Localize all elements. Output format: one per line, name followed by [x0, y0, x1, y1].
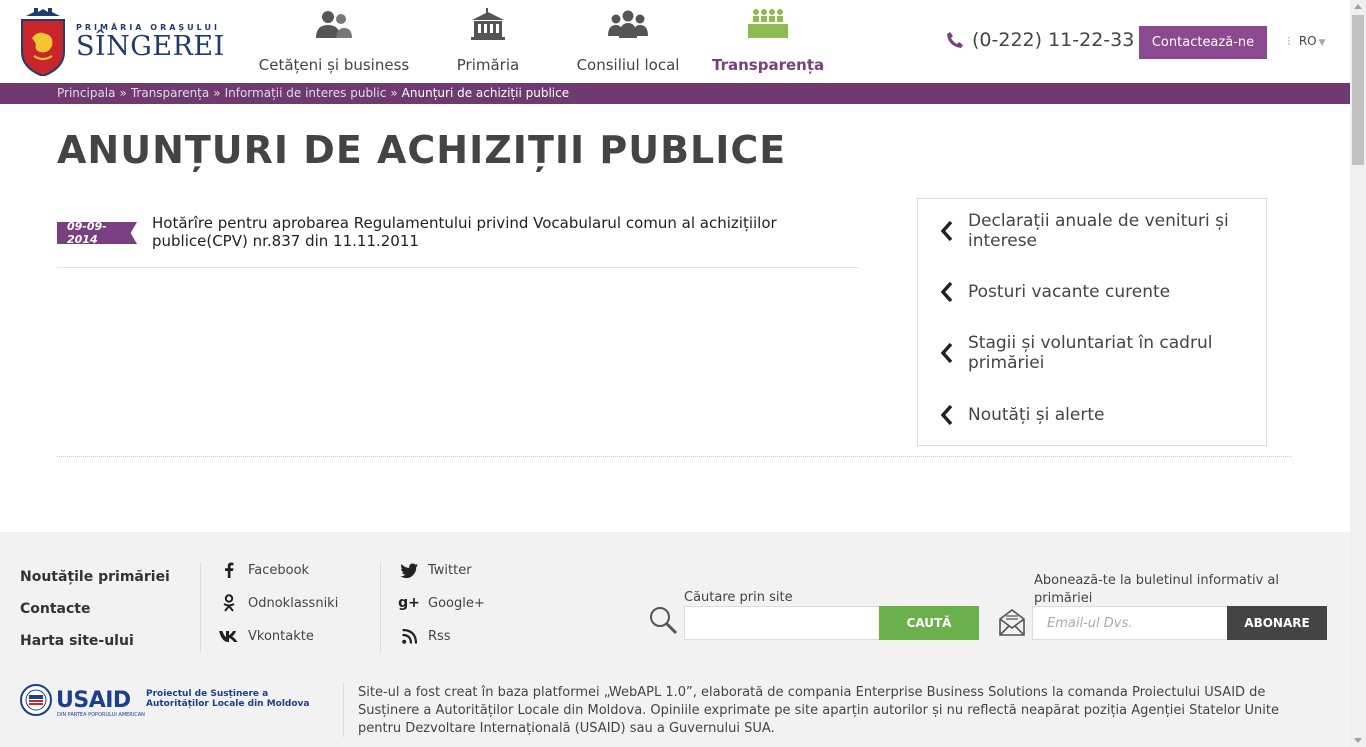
social-twitter[interactable]: Twitter: [399, 561, 472, 579]
nav-consiliul[interactable]: Consiliul local: [572, 8, 684, 74]
logo-title: SÎNGEREI: [76, 30, 225, 62]
googleplus-icon: g+: [398, 595, 420, 611]
footer-note: Site-ul a fost creat în baza platformei …: [358, 685, 1279, 736]
breadcrumb-bar: Principala» Transparența» Informații de in…: [0, 83, 1350, 104]
article-link[interactable]: Hotărîre pentru aprobarea Regulamentului…: [152, 214, 852, 250]
breadcrumb-link[interactable]: Informații de interes public: [225, 86, 387, 100]
scroll-down-arrow-icon[interactable]: [1354, 738, 1362, 743]
sidebar-item-label: Stagii și voluntariat în cadrul primărie…: [968, 333, 1213, 373]
email-field[interactable]: Email-ul Dvs.: [1032, 606, 1228, 640]
phone-number[interactable]: (0-222) 11-22-33: [946, 29, 1134, 51]
nav-primaria[interactable]: Primăria: [448, 8, 528, 74]
scroll-up-arrow-icon[interactable]: [1354, 4, 1362, 9]
subscribe-button[interactable]: ABONARE: [1227, 606, 1327, 640]
divider: [343, 682, 344, 737]
meeting-icon: [748, 9, 788, 38]
social-label: Twitter: [428, 562, 472, 578]
breadcrumb-separator: »: [119, 86, 127, 100]
search-icon: [650, 607, 678, 635]
search-input[interactable]: [684, 606, 880, 640]
site-header: PRIMĂRIA ORAȘULUI SÎNGEREI Cetățeni și b…: [0, 0, 1350, 83]
chevron-left-icon: [940, 281, 953, 303]
breadcrumb-link[interactable]: Transparența: [131, 86, 209, 100]
scrollbar-thumb[interactable]: [1352, 15, 1364, 165]
phone-text: (0-222) 11-22-33: [972, 29, 1135, 51]
breadcrumb-separator: »: [390, 86, 398, 100]
nav-label: Transparența: [712, 56, 825, 74]
breadcrumb-current: Anunțuri de achiziții publice: [401, 86, 570, 100]
search-label: Căutare prin site: [684, 590, 793, 605]
sidebar-item-label: Declarații anuale de venituri și interes…: [968, 211, 1229, 251]
search-button[interactable]: CAUTĂ: [879, 606, 979, 640]
chevron-left-icon: [940, 342, 953, 364]
council-icon: [608, 10, 648, 38]
social-label: Facebook: [248, 562, 310, 578]
chevron-down-icon: ▼: [1318, 38, 1326, 48]
nav-cetateni[interactable]: Cetățeni și business: [258, 8, 410, 74]
social-googleplus[interactable]: g+ Google+: [398, 594, 485, 612]
scrollbar[interactable]: [1350, 0, 1366, 747]
social-label: Odnoklassniki: [248, 595, 339, 611]
nav-label: Cetățeni și business: [258, 56, 410, 74]
sidebar-item-noutati[interactable]: Noutăți și alerte: [940, 404, 1250, 426]
vkontakte-icon: [219, 627, 239, 645]
language-value: RO: [1298, 34, 1317, 48]
sidebar-item-posturi[interactable]: Posturi vacante curente: [940, 281, 1250, 303]
social-label: Rss: [428, 628, 451, 644]
breadcrumb-separator: »: [213, 86, 221, 100]
social-rss[interactable]: Rss: [399, 627, 451, 645]
chevron-left-icon: [940, 220, 953, 242]
usaid-seal-icon: [20, 684, 52, 716]
social-vkontakte[interactable]: Vkontakte: [219, 627, 314, 645]
nav-label: Consiliul local: [576, 56, 680, 74]
date-badge: 09-09-2014: [57, 222, 137, 244]
divider: [200, 562, 201, 652]
envelope-icon: [999, 609, 1025, 636]
rss-icon: [399, 627, 419, 645]
site-footer: Noutățile primăriei Contacte Harta site-…: [0, 532, 1350, 747]
footer-link-contacte[interactable]: Contacte: [20, 601, 91, 617]
building-icon: [471, 8, 505, 40]
sidebar-item-declaratii[interactable]: Declarații anuale de venituri și interes…: [940, 211, 1250, 251]
odnoklassniki-icon: [219, 594, 239, 612]
language-selector[interactable]: ⁝ RO ▼: [1287, 34, 1326, 48]
usaid-wordmark: USAID: [56, 687, 131, 713]
sidebar-menu: Declarații anuale de venituri și interes…: [917, 198, 1267, 446]
footer-link-harta[interactable]: Harta site-ului: [20, 633, 134, 649]
footer-link-noutati[interactable]: Noutățile primăriei: [20, 569, 170, 585]
social-facebook[interactable]: Facebook: [219, 561, 309, 579]
usaid-logo[interactable]: USAID DIN PARTEA POPORULUI AMERICAN: [20, 684, 145, 718]
project-name: Proiectul de Susținere a Autorităților L…: [146, 689, 310, 709]
social-label: Vkontakte: [248, 628, 314, 644]
contact-button[interactable]: Contactează-ne: [1139, 26, 1267, 59]
nav-label: Primăria: [456, 56, 520, 74]
phone-icon: [947, 32, 963, 48]
content-divider: [57, 456, 1292, 457]
coat-of-arms-icon: [21, 8, 65, 76]
divider: [380, 562, 381, 652]
divider: ⁝: [1287, 34, 1291, 48]
breadcrumb-link[interactable]: Principala: [57, 86, 116, 100]
subscribe-label: Abonează-te la buletinul informativ al p…: [1034, 573, 1279, 606]
facebook-icon: [219, 561, 239, 579]
chevron-left-icon: [940, 404, 953, 426]
nav-transparenta[interactable]: Transparența: [712, 8, 824, 74]
social-label: Google+: [428, 595, 485, 611]
breadcrumb: Principala» Transparența» Informații de in…: [57, 86, 569, 100]
sidebar-item-stagii[interactable]: Stagii și voluntariat în cadrul primărie…: [940, 333, 1250, 373]
usaid-tagline: DIN PARTEA POPORULUI AMERICAN: [57, 712, 145, 718]
sidebar-item-label: Posturi vacante curente: [968, 282, 1171, 302]
page-title: ANUNȚURI DE ACHIZIȚII PUBLICE: [57, 128, 787, 172]
list-item: 09-09-2014 Hotărîre pentru aprobarea Reg…: [57, 213, 859, 268]
twitter-icon: [399, 561, 419, 579]
people-icon: [316, 11, 352, 38]
sidebar-item-label: Noutăți și alerte: [968, 405, 1105, 425]
site-logo[interactable]: PRIMĂRIA ORAȘULUI SÎNGEREI: [20, 8, 225, 76]
social-odnoklassniki[interactable]: Odnoklassniki: [219, 594, 338, 612]
